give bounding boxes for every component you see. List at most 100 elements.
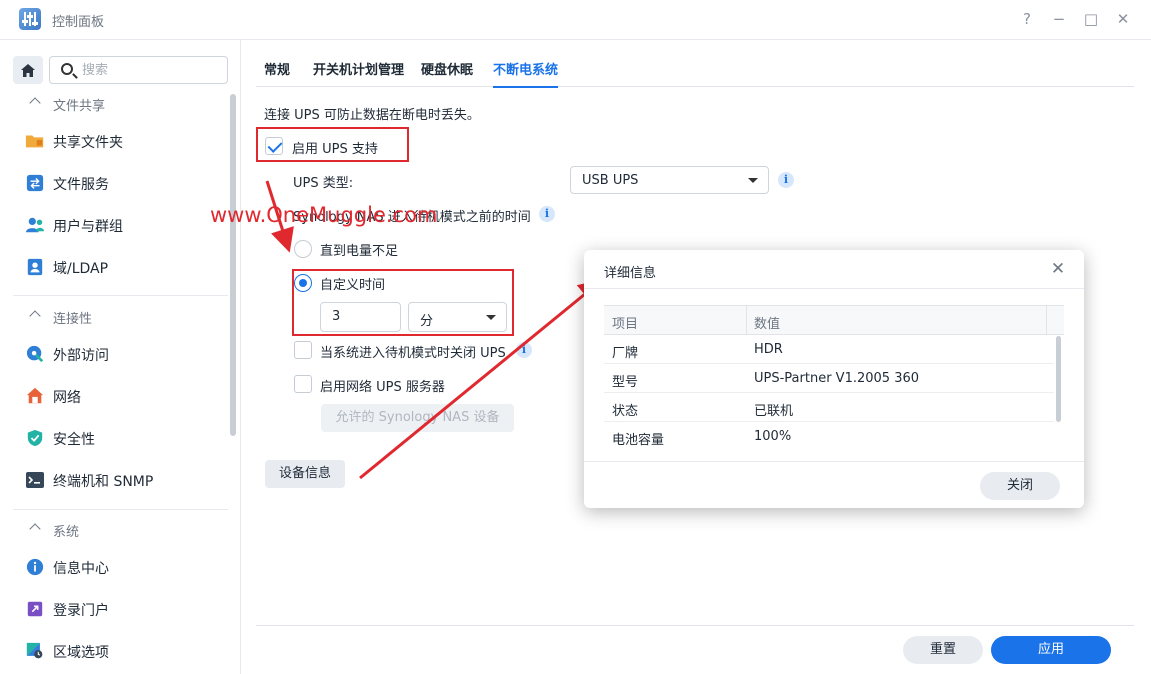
allowed-nas-devices-button[interactable]: 允许的 Synology NAS 设备: [321, 404, 514, 432]
sidebar-item-label: 信息中心: [53, 561, 109, 577]
row-value: 已联机: [754, 404, 794, 419]
table-row[interactable]: 厂牌 HDR: [604, 335, 1054, 364]
chevron-up-icon: [29, 97, 41, 109]
tab-ups[interactable]: 不断电系统: [493, 59, 559, 88]
row-item: 型号: [612, 375, 639, 390]
chevron-down-icon: [748, 178, 758, 183]
group-label: 系统: [53, 525, 80, 540]
column-separator[interactable]: [1046, 306, 1047, 334]
info-center-icon: [26, 558, 44, 576]
close-icon[interactable]: ✕: [1048, 259, 1068, 279]
sidebar-item-terminal-snmp[interactable]: 终端机和 SNMP: [0, 463, 228, 497]
shutdown-ups-label: 当系统进入待机模式时关闭 UPS: [320, 346, 506, 361]
dialog-scrollbar[interactable]: [1056, 336, 1061, 422]
table-row[interactable]: 电池容量 100%: [604, 422, 1054, 451]
sidebar-item-label: 终端机和 SNMP: [53, 474, 154, 490]
row-value: UPS-Partner V1.2005 360: [754, 371, 920, 386]
sidebar-item-network[interactable]: 网络: [0, 379, 228, 413]
minimize-icon[interactable]: −: [1049, 9, 1069, 29]
tab-hdd-hibernation[interactable]: 硬盘休眠: [421, 59, 473, 78]
column-header-value[interactable]: 数值: [754, 313, 780, 332]
window-titlebar: 控制面板 ? − □ ✕: [0, 0, 1151, 40]
ups-type-label: UPS 类型:: [293, 176, 354, 191]
terminal-icon: [26, 472, 44, 488]
divider: [13, 295, 228, 296]
radio-low-battery[interactable]: [294, 240, 312, 258]
sidebar-item-external-access[interactable]: 外部访问: [0, 337, 228, 371]
row-item: 厂牌: [612, 346, 639, 361]
sidebar-item-info-center[interactable]: 信息中心: [0, 550, 228, 584]
group-system[interactable]: 系统: [0, 520, 228, 540]
sidebar-item-label: 区域选项: [53, 645, 109, 661]
apply-button[interactable]: 应用: [991, 636, 1111, 664]
info-icon[interactable]: i: [539, 206, 555, 222]
dialog-title: 详细信息: [604, 266, 657, 281]
group-label: 文件共享: [53, 99, 106, 114]
sidebar-item-file-services[interactable]: 文件服务: [0, 166, 228, 200]
highlight-custom-time: [292, 269, 514, 336]
row-value: HDR: [754, 342, 783, 357]
domain-ldap-icon: [27, 258, 43, 276]
sidebar-item-label: 安全性: [53, 432, 95, 448]
sidebar-item-label: 外部访问: [53, 348, 109, 364]
external-access-icon: [26, 345, 44, 363]
dialog-divider: [584, 461, 1084, 462]
sidebar-item-users[interactable]: 用户与群组: [0, 208, 228, 242]
help-icon[interactable]: ?: [1017, 9, 1037, 29]
highlight-enable-ups: [256, 127, 409, 162]
row-item: 状态: [612, 404, 639, 419]
regional-options-icon: [26, 642, 43, 659]
chevron-up-icon: [29, 523, 41, 535]
file-services-icon: [26, 174, 44, 192]
reset-button[interactable]: 重置: [903, 636, 983, 664]
details-dialog: 详细信息 ✕ 项目 数值 厂牌 HDR 型号 UPS-Partner V1.20…: [584, 250, 1084, 508]
device-info-button[interactable]: 设备信息: [265, 460, 345, 488]
shutdown-ups-checkbox[interactable]: [294, 341, 312, 359]
search-icon: [61, 63, 73, 75]
group-connectivity[interactable]: 连接性: [0, 307, 228, 327]
row-value: 100%: [754, 429, 792, 444]
chevron-up-icon: [29, 310, 41, 322]
dialog-divider: [584, 288, 1084, 289]
search-input[interactable]: [82, 61, 222, 79]
radio-low-battery-label: 直到电量不足: [320, 244, 399, 259]
sidebar-scrollbar[interactable]: [230, 94, 236, 436]
sidebar-item-label: 登录门户: [53, 603, 109, 619]
sidebar-item-regional-options[interactable]: 区域选项: [0, 634, 228, 668]
watermark-text: www.OneMuggle.com: [210, 203, 438, 227]
close-icon[interactable]: ✕: [1113, 9, 1133, 29]
column-separator[interactable]: [746, 306, 747, 334]
login-portal-icon: [27, 601, 43, 617]
sidebar-item-label: 用户与群组: [53, 219, 123, 235]
sidebar: 文件共享 共享文件夹 文件服务 用户与群组 域/LDAP 连接性 外部访问 网络…: [0, 40, 241, 674]
sidebar-item-login-portal[interactable]: 登录门户: [0, 592, 228, 626]
ups-type-select[interactable]: USB UPS: [570, 166, 769, 194]
tab-power-schedule[interactable]: 开关机计划管理: [313, 59, 404, 78]
divider: [13, 509, 228, 510]
sidebar-item-security[interactable]: 安全性: [0, 421, 228, 455]
tab-bar: 常规 开关机计划管理 硬盘休眠 不断电系统: [256, 40, 1134, 88]
search-field[interactable]: [49, 56, 228, 84]
table-row[interactable]: 型号 UPS-Partner V1.2005 360: [604, 364, 1054, 393]
group-label: 连接性: [53, 312, 93, 327]
ups-type-value: USB UPS: [582, 173, 639, 188]
info-icon[interactable]: i: [516, 342, 532, 358]
home-icon: [21, 63, 35, 77]
window-title: 控制面板: [52, 15, 105, 30]
shield-icon: [27, 429, 43, 447]
info-icon[interactable]: i: [778, 172, 794, 188]
tab-general[interactable]: 常规: [264, 59, 290, 78]
table-row[interactable]: 状态 已联机: [604, 393, 1054, 422]
group-file-sharing[interactable]: 文件共享: [0, 94, 228, 114]
dialog-close-button[interactable]: 关闭: [980, 472, 1060, 500]
sidebar-item-label: 共享文件夹: [53, 135, 123, 151]
footer-divider: [256, 625, 1134, 626]
sidebar-item-domain-ldap[interactable]: 域/LDAP: [0, 250, 228, 284]
network-ups-server-checkbox[interactable]: [294, 375, 312, 393]
sidebar-item-label: 网络: [53, 390, 81, 406]
maximize-icon[interactable]: □: [1081, 9, 1101, 29]
column-header-item[interactable]: 项目: [612, 313, 638, 332]
sidebar-item-shared-folder[interactable]: 共享文件夹: [0, 124, 228, 158]
sidebar-item-label: 域/LDAP: [53, 261, 109, 277]
home-button[interactable]: [13, 56, 43, 84]
